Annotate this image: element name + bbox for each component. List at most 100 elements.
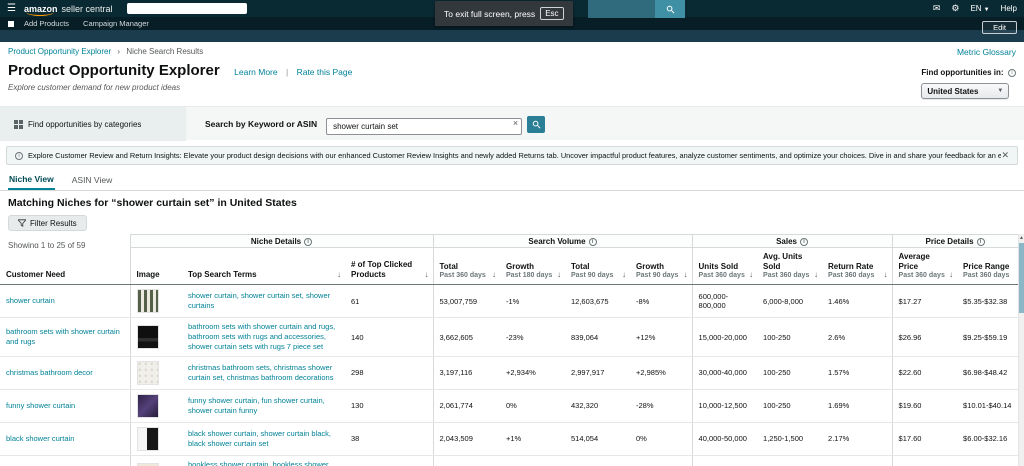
cell-price-range: $5.35-$32.38 [957,284,1018,319]
niche-product-image [136,393,159,418]
sort-descending-icon[interactable]: ↓ [814,270,818,279]
banner-close-icon[interactable]: ✕ [1001,150,1009,161]
keyword-search-button[interactable] [527,115,546,133]
top-search-terms-link[interactable]: black shower curtain, shower curtain bla… [188,429,339,449]
customer-need-link[interactable]: funny shower curtain [6,401,75,411]
column-header-avg-units-sold[interactable]: Avg. Units Sold Past 360 days ↓ [757,247,823,286]
sort-descending-icon[interactable]: ↓ [684,270,688,279]
tab-asin-view[interactable]: ASIN View [71,171,113,190]
cell-avg-units: 100-250 [757,356,823,390]
cell-return-rate: 2.76% [822,455,893,466]
view-tabs: Niche View ASIN View [0,171,1024,191]
column-header-growth[interactable]: Growth Past 90 days ↓ [630,247,693,286]
sort-descending-icon[interactable]: ↓ [884,270,888,279]
hamburger-menu-icon[interactable]: ☰ [7,3,16,14]
cell-avg-units: 100-250 [757,389,823,423]
app-square-icon [8,20,14,27]
sort-descending-icon[interactable]: ↓ [425,270,429,279]
customer-need-link[interactable]: christmas bathroom decor [6,368,93,378]
column-header-average-price[interactable]: Average Price Past 360 days ↓ [891,247,958,286]
breadcrumb-separator: › [117,47,121,56]
scroll-up-icon[interactable]: ▲ [1019,234,1024,243]
table-row: shower curtain shower curtain, shower cur… [0,284,1018,319]
sort-descending-icon[interactable]: ↓ [557,270,561,279]
metric-glossary-link[interactable]: Metric Glossary [957,47,1016,57]
cell-units-sold: 15,000-20,000 [691,317,758,357]
top-search-terms-link[interactable]: christmas bathroom sets, christmas showe… [188,363,339,383]
tab-niche-view[interactable]: Niche View [8,171,55,190]
cell-total-360: 3,662,605 [432,317,500,357]
nav-add-products[interactable]: Add Products [24,19,69,28]
info-icon[interactable]: i [1008,69,1016,77]
amazon-seller-central-logo[interactable]: amazon seller central [24,4,113,16]
clear-search-icon[interactable]: × [513,118,518,128]
marketplace-dropdown[interactable]: United States ▼ [921,83,1010,99]
cell-growth-90: -28% [630,389,693,423]
cell-customer-need: bathroom sets with shower curtain and ru… [0,317,130,357]
sort-descending-icon[interactable]: ↓ [492,270,496,279]
top-search-terms-link[interactable]: funny shower curtain, fun shower curtain… [188,396,339,416]
info-icon[interactable]: i [799,237,808,246]
niche-product-image [136,426,159,451]
column-header-total[interactable]: Total Past 360 days ↓ [432,247,500,286]
customer-need-link[interactable]: bathroom sets with shower curtain and ru… [6,327,124,347]
cell-top-clicked: 130 [345,389,433,423]
top-search-terms-link[interactable]: shower curtain, shower curtain set, show… [188,291,339,311]
cell-image [129,455,182,466]
table-row: hookless shower curtain with snap in lin… [0,455,1018,466]
info-icon[interactable]: i [976,237,985,246]
table-scrollbar[interactable]: ▲ [1018,234,1024,466]
column-header-units-sold[interactable]: Units Sold Past 360 days ↓ [691,247,758,286]
cell-customer-need: funny shower curtain [0,389,130,423]
cell-growth-90: +2,985% [630,356,693,390]
breadcrumb-root-link[interactable]: Product Opportunity Explorer [8,47,111,56]
chevron-down-icon: ▼ [997,88,1004,94]
column-header-return-rate[interactable]: Return Rate Past 360 days ↓ [822,247,893,286]
cell-price-range: $6.98-$48.42 [957,356,1018,390]
column-header-top-search-terms[interactable]: Top Search Terms ↓ [182,247,345,286]
table-row: bathroom sets with shower curtain and ru… [0,317,1018,357]
customer-need-link[interactable]: shower curtain [6,296,55,306]
help-link[interactable]: Help [1001,4,1017,13]
cell-growth-180: +2,934% [500,356,565,390]
messages-icon[interactable]: ✉ [933,4,941,13]
info-icon[interactable]: i [304,237,313,246]
cell-price-range: $9.25-$59.19 [957,317,1018,357]
nav-campaign-manager[interactable]: Campaign Manager [83,19,149,28]
group-header-niche-details: Niche Details i [129,234,434,248]
keyword-search-input[interactable] [326,117,523,135]
find-search-button[interactable] [655,0,685,18]
find-by-categories-button[interactable]: Find opportunities by categories [14,119,141,129]
cell-avg-price: $25.49 [891,455,958,466]
sort-descending-icon[interactable]: ↓ [949,270,953,279]
esc-key-badge: Esc [540,7,564,20]
rate-this-page-link[interactable]: Rate this Page [297,67,353,77]
find-input[interactable] [588,0,655,18]
niche-results-table: Niche Details i Search Volume i Sales i Price … [0,234,1018,466]
language-selector[interactable]: EN ▼ [970,4,989,13]
global-search-input[interactable] [126,3,247,14]
column-header-total[interactable]: Total Past 90 days ↓ [565,247,630,286]
sort-descending-icon[interactable]: ↓ [622,270,626,279]
top-search-terms-link[interactable]: hookless shower curtain, hookless shower… [188,460,339,466]
column-header-growth[interactable]: Growth Past 180 days ↓ [500,247,565,286]
cell-total-360: 1,947,858 [432,455,500,466]
learn-more-link[interactable]: Learn More [234,67,277,77]
group-header-empty [0,235,130,248]
scrollbar-thumb[interactable] [1019,243,1024,313]
cell-total-90: 432,320 [565,389,630,423]
column-header--of-top-clicked-products[interactable]: # of Top Clicked Products ↓ [345,247,433,286]
cell-return-rate: 2.6% [822,317,893,357]
sort-descending-icon[interactable]: ↓ [749,270,753,279]
top-search-terms-link[interactable]: bathroom sets with shower curtain and ru… [188,322,339,352]
edit-button[interactable]: Edit [982,21,1017,34]
filter-results-button[interactable]: Filter Results [8,215,87,231]
cell-price-range: $8.62-$57.83 [957,455,1018,466]
cell-growth-90: -8% [630,284,693,319]
customer-need-link[interactable]: black shower curtain [6,434,74,444]
niche-results-table-wrap: Niche Details i Search Volume i Sales i Price … [0,234,1018,466]
sort-descending-icon[interactable]: ↓ [337,270,341,279]
fullscreen-toast: To exit full screen, press Esc [435,1,573,26]
info-icon[interactable]: i [588,237,597,246]
settings-gear-icon[interactable]: ⚙ [951,4,959,13]
